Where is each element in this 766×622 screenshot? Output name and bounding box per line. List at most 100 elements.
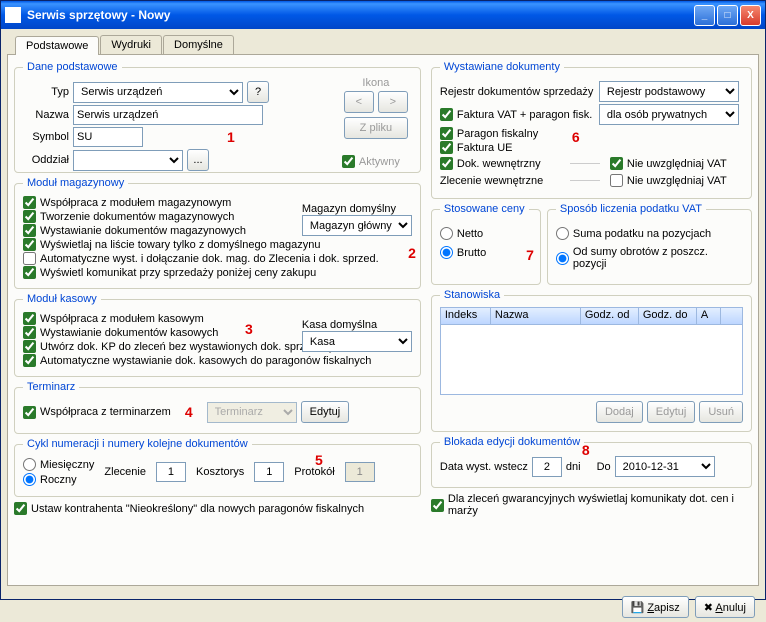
- select-fvat[interactable]: dla osób prywatnych: [599, 104, 739, 125]
- marker-3: 3: [245, 321, 253, 337]
- ikona-next-button[interactable]: >: [378, 91, 408, 113]
- bottom-bar: 💾 ZZapiszapisz ✖ AAnulujnuluj: [1, 592, 765, 622]
- label-oddzial: Oddział: [23, 154, 69, 166]
- fieldset-stan: Stanowiska Indeks Nazwa Godz. od Godz. d…: [431, 289, 752, 432]
- chk-mag1[interactable]: [23, 196, 36, 209]
- fieldset-vat: Sposób liczenia podatku VAT Suma podatku…: [547, 203, 752, 285]
- fieldset-ceny: Stosowane ceny Netto 7 Brutto: [431, 203, 541, 285]
- table-head: Indeks Nazwa Godz. od Godz. do A: [440, 307, 743, 325]
- fieldset-blok: Blokada edycji dokumentów 8 Data wyst. w…: [431, 436, 752, 488]
- marker-5: 5: [315, 452, 323, 468]
- btn-term-edit[interactable]: Edytuj: [301, 401, 350, 423]
- input-nazwa[interactable]: [73, 105, 263, 125]
- close-button[interactable]: X: [740, 5, 761, 26]
- btn-stan-del[interactable]: Usuń: [699, 401, 743, 423]
- ikona-prev-button[interactable]: <: [344, 91, 374, 113]
- select-mag-def[interactable]: Magazyn główny: [302, 215, 412, 236]
- select-typ[interactable]: Serwis urządzeń: [73, 82, 243, 103]
- rad-netto[interactable]: [440, 227, 453, 240]
- oddzial-browse-button[interactable]: ...: [187, 149, 209, 171]
- legend-docs: Wystawiane dokumenty: [440, 61, 564, 73]
- legend-kasa: Moduł kasowy: [23, 293, 101, 305]
- select-term[interactable]: Terminarz: [207, 402, 297, 423]
- input-zlec[interactable]: [156, 462, 186, 482]
- input-koszt[interactable]: [254, 462, 284, 482]
- label-aktywny: Aktywny: [359, 156, 400, 168]
- chk-mag4[interactable]: [23, 238, 36, 251]
- chk-fue[interactable]: [440, 141, 453, 154]
- minimize-button[interactable]: _: [694, 5, 715, 26]
- fieldset-term: Terminarz Współpraca z terminarzem 4 Ter…: [14, 381, 421, 434]
- help-button[interactable]: ?: [247, 81, 269, 103]
- chk-kasa1[interactable]: [23, 312, 36, 325]
- chk-kasa3[interactable]: [23, 340, 36, 353]
- marker-6: 6: [572, 129, 580, 145]
- rad-brutto[interactable]: [440, 246, 453, 259]
- btn-stan-add[interactable]: Dodaj: [596, 401, 643, 423]
- select-kasa-def[interactable]: Kasa: [302, 331, 412, 352]
- select-oddzial[interactable]: [73, 150, 183, 171]
- fieldset-mag: Moduł magazynowy Magazyn domyślny Magazy…: [14, 177, 421, 289]
- rad-mies[interactable]: [23, 458, 36, 471]
- legend-vat: Sposób liczenia podatku VAT: [556, 203, 706, 215]
- chk-kasa4[interactable]: [23, 354, 36, 367]
- chk-paragon[interactable]: [440, 127, 453, 140]
- chk-dokw[interactable]: [440, 157, 453, 170]
- label-mag-def: Magazyn domyślny: [302, 203, 412, 215]
- legend-stan: Stanowiska: [440, 289, 504, 301]
- chk-mag2[interactable]: [23, 210, 36, 223]
- tab-podstawowe[interactable]: Podstawowe: [15, 36, 99, 55]
- input-prot[interactable]: [345, 462, 375, 482]
- tab-wydruki[interactable]: Wydruki: [100, 35, 162, 54]
- ikona-box: Ikona <> Z pliku Aktywny: [342, 77, 410, 169]
- select-do[interactable]: 2010-12-31: [615, 456, 715, 477]
- input-symbol[interactable]: [73, 127, 143, 147]
- app-icon: [5, 7, 21, 23]
- label-ikona: Ikona: [342, 77, 410, 89]
- legend-ceny: Stosowane ceny: [440, 203, 529, 215]
- fieldset-docs: Wystawiane dokumenty 6 Rejestr dokumentó…: [431, 61, 752, 199]
- content: Dane podstawowe Typ Serwis urządzeń ? Na…: [7, 54, 759, 586]
- label-typ: Typ: [23, 86, 69, 98]
- fieldset-cykl: Cykl numeracji i numery kolejne dokument…: [14, 438, 421, 497]
- marker-4: 4: [185, 404, 193, 420]
- marker-8: 8: [582, 442, 590, 458]
- chk-mag6[interactable]: [23, 266, 36, 279]
- legend-mag: Moduł magazynowy: [23, 177, 128, 189]
- ikona-file-button[interactable]: Z pliku: [344, 117, 408, 139]
- select-rej[interactable]: Rejestr podstawowy: [599, 81, 739, 102]
- marker-7: 7: [526, 247, 534, 263]
- marker-1: 1: [227, 129, 235, 145]
- marker-2: 2: [408, 245, 416, 261]
- chk-dokw-vat[interactable]: [610, 157, 623, 170]
- window-title: Serwis sprzętowy - Nowy: [27, 8, 692, 22]
- chk-kasa2[interactable]: [23, 326, 36, 339]
- window: Serwis sprzętowy - Nowy _ □ X Podstawowe…: [0, 0, 766, 600]
- tabs: Podstawowe Wydruki Domyślne: [15, 35, 765, 54]
- titlebar: Serwis sprzętowy - Nowy _ □ X: [1, 1, 765, 29]
- label-symbol: Symbol: [23, 131, 69, 143]
- maximize-button[interactable]: □: [717, 5, 738, 26]
- rad-vat1[interactable]: [556, 227, 569, 240]
- chk-mag5[interactable]: [23, 252, 36, 265]
- label-nazwa: Nazwa: [23, 109, 69, 121]
- chk-fvat[interactable]: [440, 108, 453, 121]
- btn-stan-edit[interactable]: Edytuj: [647, 401, 696, 423]
- chk-mag3[interactable]: [23, 224, 36, 237]
- chk-ustawk[interactable]: [14, 502, 27, 515]
- chk-gwar[interactable]: [431, 499, 444, 512]
- chk-term[interactable]: [23, 406, 36, 419]
- table-body[interactable]: [440, 325, 743, 395]
- rad-vat2[interactable]: [556, 252, 569, 265]
- legend-basic: Dane podstawowe: [23, 61, 122, 73]
- btn-anuluj[interactable]: ✖ AAnulujnuluj: [695, 596, 755, 618]
- chk-aktywny[interactable]: [342, 155, 355, 168]
- rad-roczny[interactable]: [23, 473, 36, 486]
- fieldset-kasa: Moduł kasowy 3 Kasa domyślna Kasa Współp…: [14, 293, 421, 377]
- btn-zapisz[interactable]: 💾 ZZapiszapisz: [622, 596, 689, 618]
- label-kasa-def: Kasa domyślna: [302, 319, 412, 331]
- input-wstecz[interactable]: [532, 457, 562, 477]
- chk-zlecw-vat[interactable]: [610, 174, 623, 187]
- fieldset-basic: Dane podstawowe Typ Serwis urządzeń ? Na…: [14, 61, 421, 173]
- tab-domyslne[interactable]: Domyślne: [163, 35, 234, 54]
